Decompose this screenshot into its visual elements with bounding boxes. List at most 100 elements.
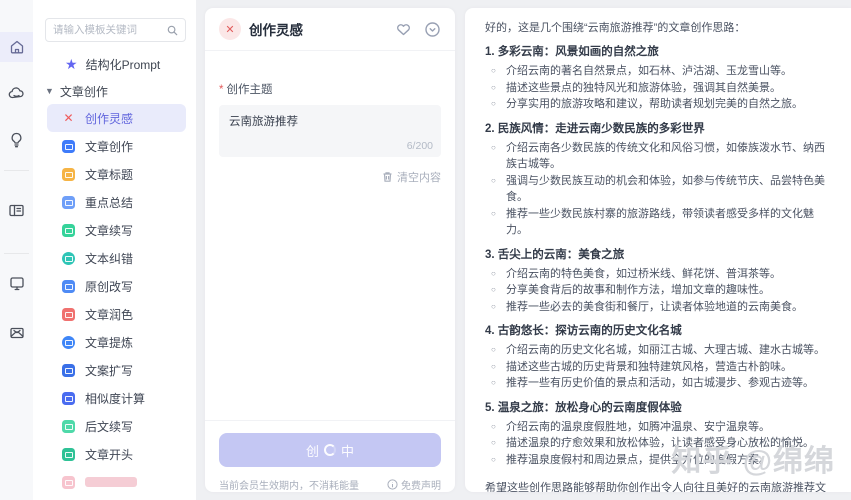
rail-cloud-button[interactable] xyxy=(0,79,33,107)
section-heading: 5. 温泉之旅：放松身心的云南度假体验 xyxy=(485,401,682,414)
output-sections: 1. 多彩云南：风景如画的自然之旅介绍云南的著名自然景点，如石林、泸沽湖、玉龙雪… xyxy=(485,45,831,468)
section-bullet: 介绍云南的著名自然景点，如石林、泸沽湖、玉龙雪山等。 xyxy=(485,63,831,80)
sidebar-item-label: 文案扩写 xyxy=(85,363,134,378)
sidebar-item-文章提炼[interactable]: 文章提炼 xyxy=(47,328,186,356)
sidebar-item-文章润色[interactable]: 文章润色 xyxy=(47,300,186,328)
sidebar-item-重点总结[interactable]: 重点总结 xyxy=(47,188,186,216)
sidebar-item-label: 后文续写 xyxy=(85,419,134,434)
section-heading: 4. 古韵悠长：探访云南的历史文化名城 xyxy=(485,325,682,337)
generate-label-suffix: 中 xyxy=(341,443,355,459)
section-heading: 1. 多彩云南：风景如画的自然之旅 xyxy=(485,46,659,58)
x-icon: ✕ xyxy=(63,110,74,125)
sidebar-item-label: 原创改写 xyxy=(85,279,134,294)
template-icon xyxy=(62,223,75,237)
trash-icon xyxy=(383,172,392,182)
sidebar-item-label: 相似度计算 xyxy=(85,391,146,406)
editor-body: * 创作主题 云南旅游推荐 6/200 清空内容 xyxy=(205,51,455,199)
template-icon xyxy=(62,167,75,181)
topic-field-wrapper: 云南旅游推荐 6/200 xyxy=(219,105,441,157)
section-bullet: 介绍云南的特色美食，如过桥米线、鲜花饼、普洱茶等。 xyxy=(485,266,831,283)
sidebar-item-label: 文章标题 xyxy=(85,167,134,182)
template-icon xyxy=(62,251,75,265)
template-icon xyxy=(62,195,75,209)
template-icon xyxy=(62,475,75,489)
sidebar-item-文章标题[interactable]: 文章标题 xyxy=(47,160,186,188)
template-icon xyxy=(62,307,75,321)
sidebar-item-label: 创作灵感 xyxy=(85,111,134,126)
cloud-icon xyxy=(8,87,24,99)
section-heading: 2. 民族风情：走进云南少数民族的多彩世界 xyxy=(485,122,705,135)
section-bullets: 介绍云南各少数民族的传统文化和风俗习惯，如傣族泼水节、纳西族古城等。强调与少数民… xyxy=(485,140,831,239)
collapse-circle-icon xyxy=(425,21,440,37)
char-counter: 6/200 xyxy=(406,140,433,152)
section-bullet: 分享美食背后的故事和制作方法，增加文章的趣味性。 xyxy=(485,282,831,299)
rail-mail-button[interactable] xyxy=(0,319,33,347)
template-icon xyxy=(62,447,75,461)
section-bullet: 强调与少数民族互动的机会和体验，如参与传统节庆、品尝特色美食。 xyxy=(485,173,831,206)
search-input[interactable] xyxy=(53,24,167,36)
section-bullet: 推荐一些少数民族村寨的旅游路线，带领读者感受多样的文化魅力。 xyxy=(485,206,831,239)
section-bullet: 推荐一些必去的美食街和餐厅，让读者体验地道的云南美食。 xyxy=(485,299,831,316)
sidebar-item-label: 文章创作 xyxy=(85,139,134,154)
monitor-icon xyxy=(9,276,24,290)
sidebar-item-原创改写[interactable]: 原创改写 xyxy=(47,272,186,300)
book-icon xyxy=(9,204,24,216)
disclaimer-link[interactable]: 免费声明 xyxy=(387,477,441,492)
icon-rail xyxy=(0,0,33,500)
group-label: 文章创作 xyxy=(59,84,108,99)
disclaimer-label: 免费声明 xyxy=(401,481,441,492)
template-sidebar: ★ 结构化Prompt ▼ 文章创作 ✕创作灵感文章创作文章标题重点总结文章续写… xyxy=(33,0,196,500)
template-icon xyxy=(62,363,75,377)
template-icon xyxy=(62,419,75,433)
sidebar-item-创作灵感[interactable]: ✕ 创作灵感 xyxy=(47,104,186,132)
rail-divider xyxy=(4,170,29,171)
sidebar-group-article-writing[interactable]: ▼ 文章创作 xyxy=(45,84,196,99)
sidebar-item-partial[interactable] xyxy=(47,468,186,496)
rail-book-button[interactable] xyxy=(0,196,33,224)
sidebar-item-文章开头[interactable]: 文章开头 xyxy=(47,440,186,468)
sidebar-menu: ✕ 创作灵感文章创作文章标题重点总结文章续写文本纠错原创改写文章润色文章提炼文案扩… xyxy=(33,104,196,496)
sidebar-item-文本纠错[interactable]: 文本纠错 xyxy=(47,244,186,272)
favorite-button[interactable] xyxy=(395,21,412,37)
sidebar-item-后文续写[interactable]: 后文续写 xyxy=(47,412,186,440)
template-icon xyxy=(62,335,75,349)
clear-content-label: 清空内容 xyxy=(397,172,441,184)
info-icon xyxy=(387,479,398,490)
watermark: 知乎 @绵绵 xyxy=(671,445,835,478)
generate-button[interactable]: 创 中 xyxy=(219,433,441,467)
star-icon: ★ xyxy=(65,56,78,72)
section-bullet: 推荐一些有历史价值的景点和活动，如古城漫步、参观古迹等。 xyxy=(485,375,831,392)
clear-content-button[interactable]: 清空内容 xyxy=(219,169,441,185)
section-bullets: 介绍云南的特色美食，如过桥米线、鲜花饼、普洱茶等。分享美食背后的故事和制作方法，… xyxy=(485,266,831,316)
sidebar-item-label: 文章续写 xyxy=(85,223,134,238)
rail-monitor-button[interactable] xyxy=(0,269,33,297)
sidebar-item-label: 文本纠错 xyxy=(85,251,134,266)
sidebar-item-文章续写[interactable]: 文章续写 xyxy=(47,216,186,244)
collapse-button[interactable] xyxy=(424,21,441,38)
mail-icon xyxy=(9,327,24,339)
sidebar-item-文案扩写[interactable]: 文案扩写 xyxy=(47,356,186,384)
section-bullet: 介绍云南各少数民族的传统文化和风俗习惯，如傣族泼水节、纳西族古城等。 xyxy=(485,140,831,173)
footer-note-row: 当前会员生效期内，不消耗能量 免费声明 xyxy=(219,477,441,492)
sidebar-item-文章创作[interactable]: 文章创作 xyxy=(47,132,186,160)
section-bullet: 介绍云南的历史文化名城，如丽江古城、大理古城、建水古城等。 xyxy=(485,342,831,359)
rail-home-button[interactable] xyxy=(0,32,33,62)
editor-panel: ✕ 创作灵感 * 创作主题 云南旅游推荐 6/200 清空内容 创 中 当前会员… xyxy=(205,8,455,492)
rail-bulb-button[interactable] xyxy=(0,126,33,154)
loading-spinner-icon xyxy=(324,444,336,456)
section-bullets: 介绍云南的著名自然景点，如石林、泸沽湖、玉龙雪山等。描述这些景点的独特风光和旅游… xyxy=(485,63,831,113)
output-intro: 好的，这是几个围绕“云南旅游推荐”的文章创作思路： xyxy=(485,22,746,34)
template-search-box[interactable] xyxy=(45,18,186,42)
chevron-down-icon: ▼ xyxy=(45,86,54,96)
topic-label: * 创作主题 xyxy=(219,84,273,96)
sidebar-item-structured-prompt[interactable]: ★ 结构化Prompt xyxy=(65,56,196,72)
generate-label-prefix: 创 xyxy=(305,443,319,459)
sidebar-item-label xyxy=(85,477,137,487)
sidebar-item-label: 重点总结 xyxy=(85,195,134,210)
sidebar-item-label: 文章提炼 xyxy=(85,335,134,350)
sidebar-item-相似度计算[interactable]: 相似度计算 xyxy=(47,384,186,412)
bulb-icon xyxy=(11,132,22,148)
editor-footer: 创 中 当前会员生效期内，不消耗能量 免费声明 xyxy=(205,420,455,492)
section-bullet: 介绍云南的温泉度假胜地，如腾冲温泉、安宁温泉等。 xyxy=(485,419,831,436)
tool-badge-icon: ✕ xyxy=(219,18,241,40)
